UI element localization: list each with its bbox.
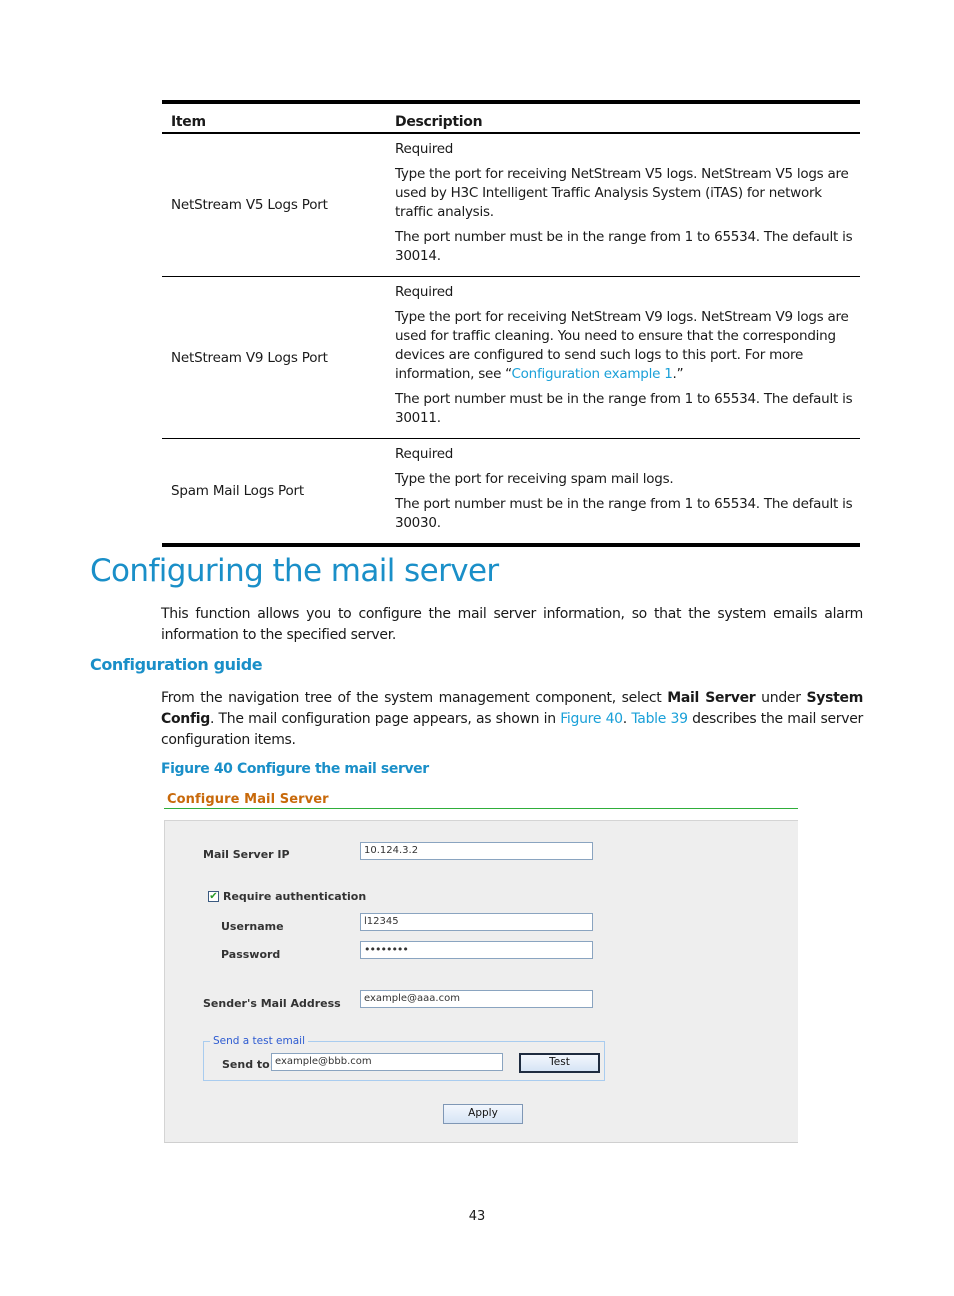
desc-para: Type the port for receiving NetStream V5… [395, 166, 849, 220]
sender-address-label: Sender's Mail Address [203, 997, 341, 1010]
mail-server-ip-label: Mail Server IP [203, 848, 290, 861]
figure-40-link[interactable]: Figure 40 [560, 711, 623, 727]
configuration-example-link[interactable]: Configuration example 1 [511, 366, 672, 382]
row-item: NetStream V9 Logs Port [171, 349, 328, 366]
desc-para: Required [395, 446, 454, 462]
desc-para: Required [395, 284, 454, 300]
port-description-table: Item Description NetStream V5 Logs Port … [162, 100, 860, 547]
check-icon: ✔ [209, 891, 218, 902]
form-title: Configure Mail Server [167, 792, 329, 807]
guide-paragraph: From the navigation tree of the system m… [161, 690, 863, 748]
desc-para: Type the port for receiving spam mail lo… [395, 471, 674, 487]
password-label: Password [221, 948, 281, 961]
row-description: Required Type the port for receiving spa… [386, 439, 860, 543]
require-auth-label: Require authentication [223, 890, 367, 903]
table-header: Item Description [162, 104, 860, 134]
row-description: Required Type the port for receiving Net… [386, 134, 860, 276]
row-item: Spam Mail Logs Port [171, 483, 304, 499]
require-auth-checkbox[interactable]: ✔ [208, 891, 219, 902]
sender-address-input[interactable]: example@aaa.com [360, 990, 593, 1008]
section-title: Configuring the mail server [90, 553, 499, 589]
mail-server-ip-input[interactable]: 10.124.3.2 [360, 842, 593, 860]
username-label: Username [221, 920, 284, 933]
mail-server-term: Mail Server [667, 690, 756, 706]
test-email-legend: Send a test email [210, 1035, 309, 1047]
send-to-input[interactable]: example@bbb.com [271, 1053, 503, 1071]
send-to-label: Send to: [222, 1058, 275, 1071]
page-number: 43 [468, 1209, 486, 1224]
table-row: Spam Mail Logs Port Required Type the po… [162, 438, 860, 543]
desc-para: Required [395, 141, 454, 157]
header-item: Item [171, 114, 206, 130]
apply-button[interactable]: Apply [443, 1104, 523, 1124]
intro-paragraph: This function allows you to configure th… [161, 606, 863, 643]
row-description: Required Type the port for receiving Net… [386, 277, 860, 438]
desc-para: The port number must be in the range fro… [395, 391, 853, 426]
test-button[interactable]: Test [519, 1053, 600, 1073]
desc-para: The port number must be in the range fro… [395, 496, 853, 531]
subheading: Configuration guide [90, 655, 263, 674]
table-39-link[interactable]: Table 39 [631, 711, 688, 727]
figure-caption: Figure 40 Configure the mail server [161, 761, 429, 777]
username-input[interactable]: l12345 [360, 913, 593, 931]
password-input[interactable]: •••••••• [360, 941, 593, 959]
desc-para: The port number must be in the range fro… [395, 229, 853, 264]
title-divider [164, 808, 798, 809]
header-description: Description [395, 114, 483, 130]
table-row: NetStream V9 Logs Port Required Type the… [162, 276, 860, 438]
row-item: NetStream V5 Logs Port [171, 197, 328, 213]
table-row: NetStream V5 Logs Port Required Type the… [162, 134, 860, 276]
desc-para: Type the port for receiving NetStream V9… [395, 309, 849, 382]
form-panel [164, 820, 798, 1143]
